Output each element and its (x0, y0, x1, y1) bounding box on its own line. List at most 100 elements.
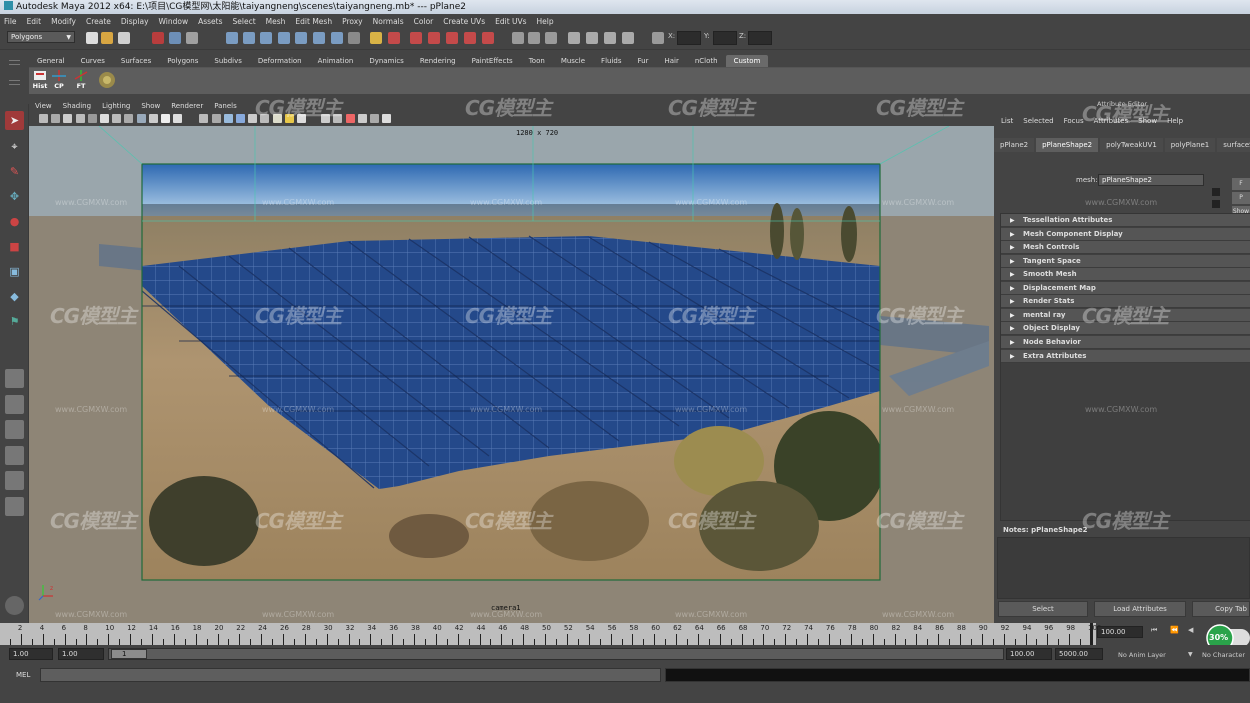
soft-mod-icon[interactable]: ◆ (5, 287, 24, 306)
camera-attributes-icon[interactable] (63, 114, 73, 123)
ae-menu-list[interactable]: List (1001, 117, 1013, 125)
shelf-button-ft[interactable]: FT (71, 70, 91, 92)
time-slider[interactable]: 2 4 6 8 10 12 14 16 18 20 22 24 26 28 30 32 34 36 38 40 42 44… (0, 623, 1101, 645)
section-mesh-component-display[interactable]: ▶ Mesh Component Display (1001, 227, 1250, 241)
shelf-tab-fluids[interactable]: Fluids (593, 55, 629, 67)
y-field[interactable] (713, 31, 737, 45)
ae-menu-attributes[interactable]: Attributes (1094, 117, 1129, 125)
render-layout-icon[interactable] (5, 497, 24, 516)
menu-assets[interactable]: Assets (198, 17, 222, 26)
shelf-grip[interactable] (9, 64, 20, 65)
focus-button[interactable]: F (1232, 178, 1250, 190)
shelf-grip[interactable] (9, 60, 20, 61)
grid-icon[interactable] (100, 114, 109, 123)
expand-triangle-icon[interactable]: ▶ (1010, 255, 1015, 268)
animation-start-field[interactable]: 1.00 (9, 648, 53, 660)
expand-triangle-icon[interactable]: ▶ (1010, 282, 1015, 295)
current-time-field[interactable]: 100.00 (1097, 626, 1143, 638)
menu-select[interactable]: Select (233, 17, 256, 26)
safe-action-icon[interactable] (161, 114, 170, 123)
section-mesh-controls[interactable]: ▶ Mesh Controls (1001, 241, 1250, 255)
expand-triangle-icon[interactable]: ▶ (1010, 309, 1015, 322)
render-current-icon[interactable] (388, 32, 400, 44)
shelf-tab-muscle[interactable]: Muscle (553, 55, 593, 67)
shelf-tab-animation[interactable]: Animation (310, 55, 362, 67)
menu-create[interactable]: Create (86, 17, 111, 26)
expand-triangle-icon[interactable]: ▶ (1010, 336, 1015, 349)
expand-triangle-icon[interactable]: ▶ (1010, 241, 1015, 254)
transform-mode-icon[interactable] (652, 32, 664, 44)
snap-point-icon[interactable] (260, 32, 272, 44)
x-field[interactable] (677, 31, 701, 45)
sidebar-toggle-icon[interactable] (528, 32, 540, 44)
z-field[interactable] (748, 31, 772, 45)
hypershade-layout-icon[interactable] (5, 471, 24, 490)
layer-editor-icon[interactable] (604, 32, 616, 44)
default-light-icon[interactable] (284, 114, 294, 123)
chevron-down-icon[interactable]: ▼ (1188, 651, 1193, 658)
expand-triangle-icon[interactable]: ▶ (1010, 214, 1015, 227)
shelf-tab-rendering[interactable]: Rendering (412, 55, 464, 67)
ae-tab-polyplane1[interactable]: polyPlane1 (1164, 138, 1216, 152)
new-scene-icon[interactable] (86, 32, 98, 44)
batch-render-icon[interactable] (464, 32, 476, 44)
construction-history-icon[interactable] (313, 32, 325, 44)
xray-icon[interactable] (260, 114, 270, 123)
four-view-layout-icon[interactable] (5, 395, 24, 414)
step-back-frame-icon[interactable]: ◀ (1188, 626, 1193, 634)
select-hierarchy-icon[interactable] (152, 32, 164, 44)
graph-editor-layout-icon[interactable] (5, 446, 24, 465)
safe-title-icon[interactable] (173, 114, 183, 123)
shelf-menu-handle[interactable] (9, 80, 20, 81)
panel-menu-view[interactable]: View (35, 102, 52, 110)
copy-tab-button[interactable]: Copy Tab (1192, 601, 1250, 617)
step-back-icon[interactable]: ⏪ (1170, 626, 1179, 634)
expand-triangle-icon[interactable]: ▶ (1010, 268, 1015, 281)
section-mental-ray[interactable]: ▶ mental ray (1001, 308, 1250, 322)
shelf-tab-ncloth[interactable]: nCloth (687, 55, 726, 67)
ambient-occlusion-icon[interactable] (345, 114, 355, 123)
snap-grid-icon[interactable] (226, 32, 238, 44)
snap-curve-icon[interactable] (243, 32, 255, 44)
expand-triangle-icon[interactable]: ▶ (1010, 322, 1015, 335)
menu-mesh[interactable]: Mesh (266, 17, 286, 26)
go-to-start-icon[interactable]: ⏮ (1151, 626, 1157, 635)
go-to-output-icon[interactable] (1212, 200, 1220, 208)
menu-proxy[interactable]: Proxy (342, 17, 363, 26)
menu-edit[interactable]: Edit (27, 17, 42, 26)
panel-menu-shading[interactable]: Shading (63, 102, 91, 110)
make-live-icon[interactable] (295, 32, 307, 44)
smooth-shade-icon[interactable] (211, 114, 221, 123)
shelf-tab-painteffects[interactable]: PaintEffects (464, 55, 521, 67)
section-displacement-map[interactable]: ▶ Displacement Map (1001, 281, 1250, 295)
shelf-button-cp[interactable]: CP (49, 70, 69, 92)
shelf-menu-handle[interactable] (9, 84, 20, 85)
current-time-marker[interactable] (1090, 623, 1093, 645)
resolution-gate-icon[interactable] (124, 114, 134, 123)
select-component-icon[interactable] (186, 32, 198, 44)
menu-create-uvs[interactable]: Create UVs (443, 17, 485, 26)
ae-tab-polytweakuv1[interactable]: polyTweakUV1 (1100, 138, 1163, 152)
presets-button[interactable]: P (1232, 192, 1250, 204)
notes-textarea[interactable] (997, 537, 1250, 599)
multisample-icon[interactable] (370, 114, 379, 123)
film-gate-icon[interactable] (112, 114, 122, 123)
go-to-input-icon[interactable] (1212, 188, 1220, 196)
ae-menu-selected[interactable]: Selected (1023, 117, 1053, 125)
command-input[interactable] (40, 668, 661, 682)
outliner-persp-layout-icon[interactable] (5, 420, 24, 439)
ae-tab-pplaneshape2[interactable]: pPlaneShape2 (1036, 138, 1099, 152)
shelf-tab-subdivs[interactable]: Subdivs (206, 55, 250, 67)
wireframe-icon[interactable] (199, 114, 209, 123)
panel-menu-lighting[interactable]: Lighting (102, 102, 130, 110)
select-object-icon[interactable] (169, 32, 181, 44)
use-all-lights-icon[interactable] (236, 114, 245, 123)
ae-menu-help[interactable]: Help (1167, 117, 1183, 125)
menu-display[interactable]: Display (121, 17, 149, 26)
xray-joints-icon[interactable] (272, 114, 282, 123)
script-editor-icon[interactable] (5, 596, 24, 615)
shelf-tab-fur[interactable]: Fur (630, 55, 657, 67)
hypershade-icon[interactable] (446, 32, 458, 44)
paint-select-icon[interactable]: ✎ (5, 162, 24, 181)
field-chart-icon[interactable] (148, 114, 158, 123)
